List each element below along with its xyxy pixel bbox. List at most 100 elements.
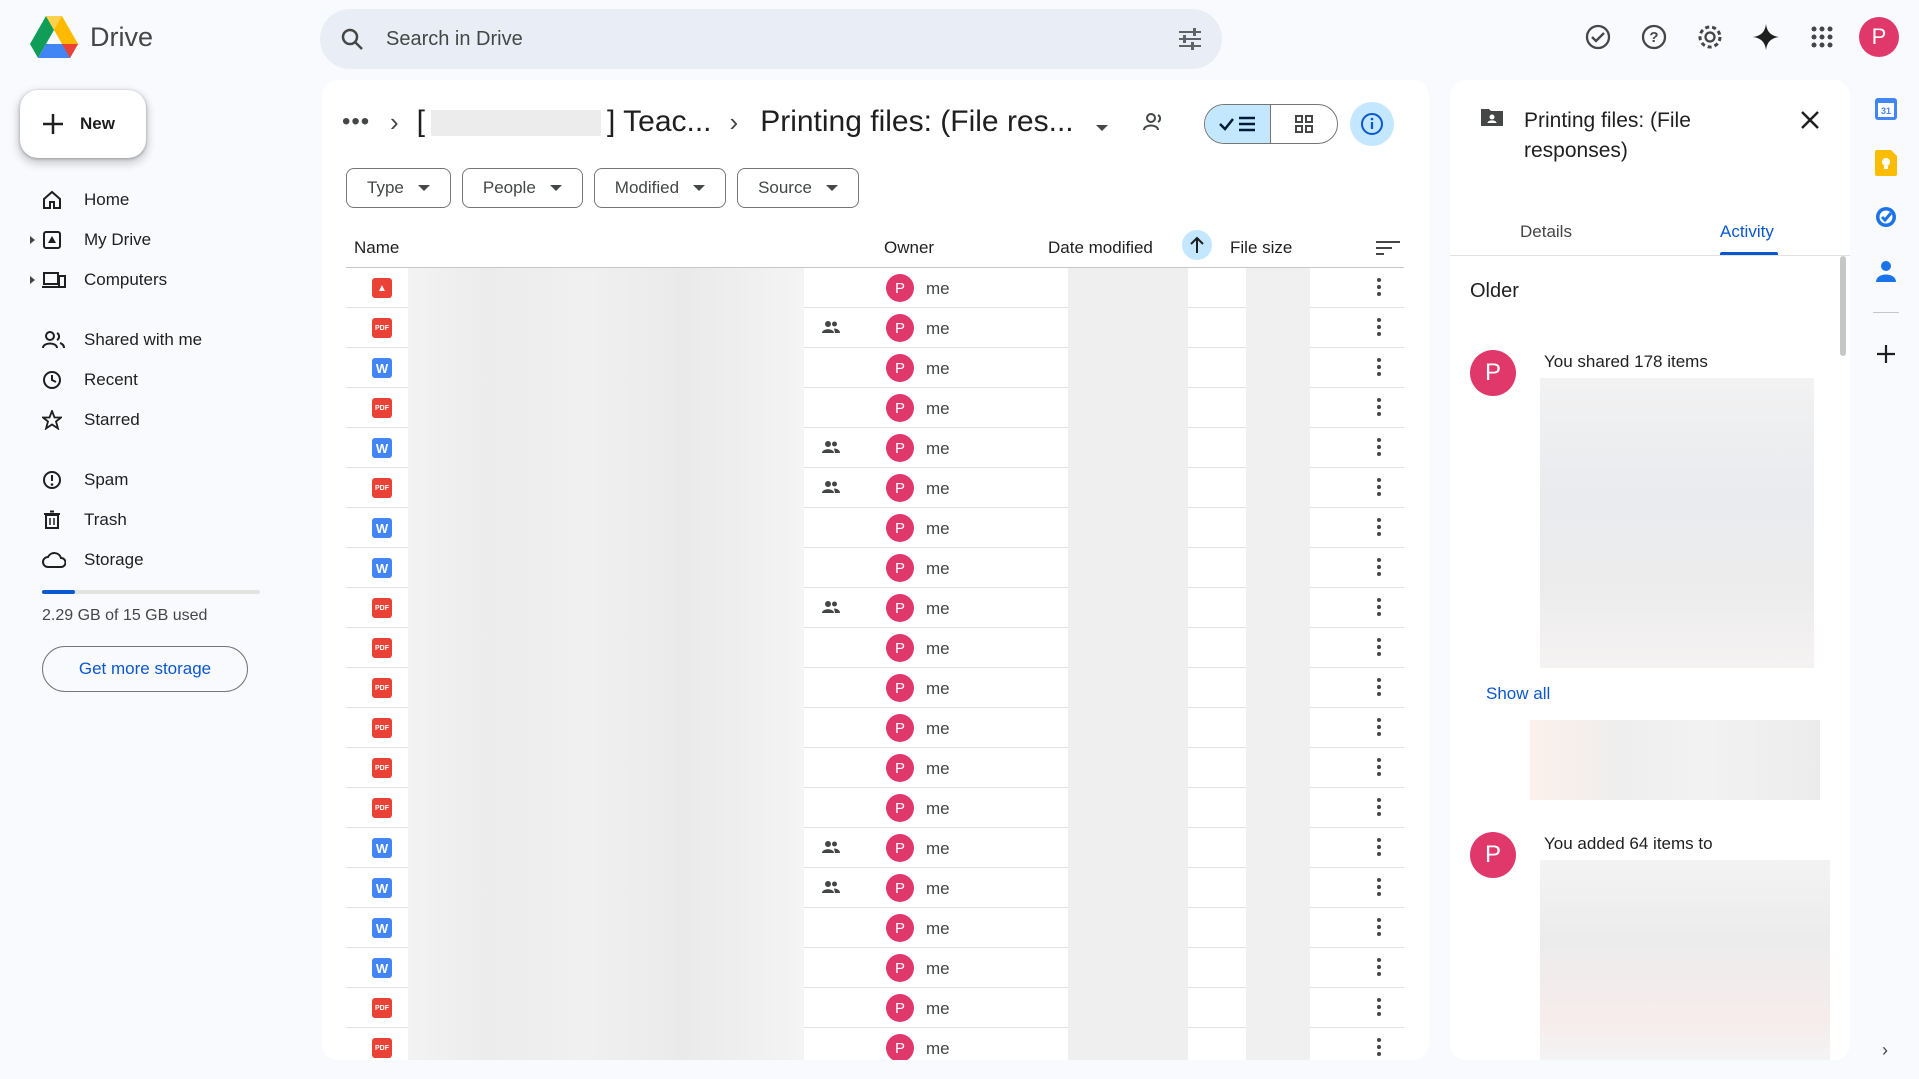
- more-actions-icon[interactable]: [1376, 556, 1382, 583]
- more-actions-icon[interactable]: [1376, 836, 1382, 863]
- filter-modified[interactable]: Modified: [593, 168, 727, 208]
- more-actions-icon[interactable]: [1376, 876, 1382, 903]
- more-actions-icon[interactable]: [1376, 796, 1382, 823]
- search-icon[interactable]: [340, 27, 364, 51]
- sort-ascending-icon[interactable]: [1182, 230, 1212, 260]
- search-input[interactable]: Search in Drive: [386, 28, 1178, 51]
- table-row[interactable]: W Pme: [346, 828, 1404, 868]
- redacted-file-name[interactable]: [408, 668, 804, 708]
- redacted-file-name[interactable]: [408, 548, 804, 588]
- redacted-file-name[interactable]: [408, 628, 804, 668]
- sidebar-item-recent[interactable]: Recent: [30, 360, 290, 400]
- list-view-button[interactable]: [1205, 105, 1271, 143]
- details-scrollbar[interactable]: [1840, 256, 1846, 356]
- more-actions-icon[interactable]: [1376, 356, 1382, 383]
- close-icon[interactable]: [1800, 110, 1820, 135]
- expand-arrow-icon[interactable]: [30, 236, 35, 244]
- sidebar-item-storage[interactable]: Storage: [30, 540, 290, 580]
- breadcrumb-parent[interactable]: [] Teac...: [417, 105, 712, 139]
- get-more-storage-button[interactable]: Get more storage: [42, 646, 248, 692]
- sidebar-item-trash[interactable]: Trash: [30, 500, 290, 540]
- gemini-sparkle-icon[interactable]: [1743, 14, 1789, 60]
- redacted-file-name[interactable]: [408, 348, 804, 388]
- redacted-file-name[interactable]: [408, 708, 804, 748]
- contacts-icon[interactable]: [1873, 258, 1899, 284]
- table-row[interactable]: PDF Pme: [346, 308, 1404, 348]
- redacted-file-name[interactable]: [408, 428, 804, 468]
- table-row[interactable]: PDF Pme: [346, 748, 1404, 788]
- settings-gear-icon[interactable]: [1687, 14, 1733, 60]
- more-actions-icon[interactable]: [1376, 276, 1382, 303]
- table-row[interactable]: PDF Pme: [346, 788, 1404, 828]
- redacted-file-name[interactable]: [408, 948, 804, 988]
- breadcrumb-more-icon[interactable]: •••: [342, 108, 372, 136]
- more-actions-icon[interactable]: [1376, 476, 1382, 503]
- expand-side-panel-icon[interactable]: ›: [1882, 1040, 1888, 1061]
- table-row[interactable]: PDF Pme: [346, 468, 1404, 508]
- table-row[interactable]: PDF Pme: [346, 628, 1404, 668]
- calendar-icon[interactable]: 31: [1873, 96, 1899, 122]
- more-actions-icon[interactable]: [1376, 436, 1382, 463]
- redacted-file-name[interactable]: [408, 588, 804, 628]
- table-row[interactable]: PDF Pme: [346, 588, 1404, 628]
- more-actions-icon[interactable]: [1376, 956, 1382, 983]
- column-owner[interactable]: Owner: [884, 238, 934, 258]
- table-row[interactable]: PDF Pme: [346, 988, 1404, 1028]
- more-actions-icon[interactable]: [1376, 676, 1382, 703]
- more-actions-icon[interactable]: [1376, 636, 1382, 663]
- ready-for-offline-icon[interactable]: [1575, 14, 1621, 60]
- table-row[interactable]: PDF Pme: [346, 388, 1404, 428]
- table-row[interactable]: W Pme: [346, 908, 1404, 948]
- more-actions-icon[interactable]: [1376, 1036, 1382, 1060]
- sidebar-item-shared-with-me[interactable]: Shared with me: [30, 320, 290, 360]
- redacted-file-name[interactable]: [408, 468, 804, 508]
- grid-view-button[interactable]: [1271, 105, 1337, 143]
- table-row[interactable]: W Pme: [346, 948, 1404, 988]
- redacted-file-name[interactable]: [408, 388, 804, 428]
- tab-details[interactable]: Details: [1520, 222, 1572, 242]
- column-file-size[interactable]: File size: [1230, 238, 1292, 258]
- table-row[interactable]: W Pme: [346, 428, 1404, 468]
- table-row[interactable]: ▲ Pme: [346, 268, 1404, 308]
- help-icon[interactable]: ?: [1631, 14, 1677, 60]
- filter-people[interactable]: People: [461, 168, 583, 208]
- sidebar-item-computers[interactable]: Computers: [30, 260, 290, 300]
- more-actions-icon[interactable]: [1376, 756, 1382, 783]
- table-row[interactable]: PDF Pme: [346, 708, 1404, 748]
- more-actions-icon[interactable]: [1376, 516, 1382, 543]
- keep-icon[interactable]: [1873, 150, 1899, 176]
- folder-menu-caret-icon[interactable]: [1095, 105, 1108, 139]
- redacted-file-name[interactable]: [408, 508, 804, 548]
- table-row[interactable]: PDF Pme: [346, 668, 1404, 708]
- redacted-file-name[interactable]: [408, 308, 804, 348]
- apps-grid-icon[interactable]: [1799, 14, 1845, 60]
- search-options-icon[interactable]: [1178, 28, 1202, 50]
- table-row[interactable]: W Pme: [346, 548, 1404, 588]
- redacted-file-name[interactable]: [408, 788, 804, 828]
- more-actions-icon[interactable]: [1376, 396, 1382, 423]
- more-actions-icon[interactable]: [1376, 316, 1382, 343]
- redacted-file-name[interactable]: [408, 988, 804, 1028]
- more-actions-icon[interactable]: [1376, 996, 1382, 1023]
- tab-activity[interactable]: Activity: [1720, 222, 1774, 242]
- sidebar-item-my-drive[interactable]: My Drive: [30, 220, 290, 260]
- filter-source[interactable]: Source: [737, 168, 859, 208]
- column-name[interactable]: Name: [354, 238, 399, 258]
- folder-shared-people-icon[interactable]: [1142, 112, 1166, 137]
- sort-options-icon[interactable]: [1376, 240, 1400, 261]
- more-actions-icon[interactable]: [1376, 716, 1382, 743]
- sidebar-item-spam[interactable]: Spam: [30, 460, 290, 500]
- redacted-file-name[interactable]: [408, 828, 804, 868]
- table-row[interactable]: W Pme: [346, 868, 1404, 908]
- add-app-plus-icon[interactable]: [1873, 341, 1899, 367]
- search-bar[interactable]: Search in Drive: [320, 9, 1222, 69]
- drive-logo[interactable]: Drive: [30, 16, 153, 58]
- redacted-file-name[interactable]: [408, 268, 804, 308]
- expand-arrow-icon[interactable]: [30, 276, 35, 284]
- more-actions-icon[interactable]: [1376, 596, 1382, 623]
- details-info-button[interactable]: [1350, 102, 1394, 146]
- redacted-file-name[interactable]: [408, 1028, 804, 1060]
- sidebar-item-home[interactable]: Home: [30, 180, 290, 220]
- table-row[interactable]: W Pme: [346, 348, 1404, 388]
- sidebar-item-starred[interactable]: Starred: [30, 400, 290, 440]
